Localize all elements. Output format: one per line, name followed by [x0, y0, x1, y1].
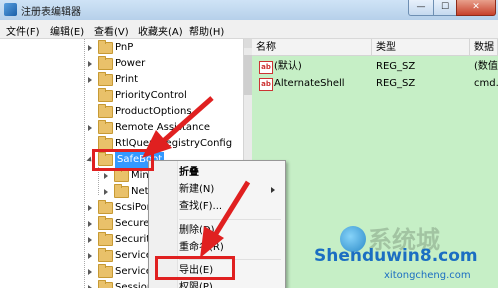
- column-header-data[interactable]: 数据: [470, 39, 498, 56]
- watermark-subsite: xitongcheng.com: [384, 270, 471, 281]
- watermark-site: Shenduwin8.com: [314, 246, 478, 266]
- folder-icon: [114, 184, 129, 198]
- menu-view[interactable]: 查看(V): [94, 23, 129, 38]
- value-name: (默认): [274, 61, 302, 72]
- value-row[interactable]: ab (默认) REG_SZ (数值未设置): [252, 58, 498, 75]
- folder-icon: [98, 120, 113, 134]
- folder-icon: [98, 216, 113, 230]
- value-name: AlternateShell: [274, 78, 345, 89]
- tree-guide-line: [84, 39, 85, 288]
- folder-icon: [98, 56, 113, 70]
- menu-bar: 文件(F) 编辑(E) 查看(V) 收藏夹(A) 帮助(H): [0, 20, 498, 39]
- expand-arrow-icon[interactable]: [88, 45, 92, 51]
- expand-arrow-icon[interactable]: [88, 221, 92, 227]
- column-header-name[interactable]: 名称: [252, 39, 372, 56]
- value-type: REG_SZ: [376, 61, 416, 72]
- folder-icon: [98, 88, 113, 102]
- expand-arrow-icon[interactable]: [88, 205, 92, 211]
- window-title: 注册表编辑器: [21, 7, 81, 18]
- expand-arrow-icon[interactable]: [104, 189, 108, 195]
- minimize-button[interactable]: —: [408, 0, 434, 16]
- submenu-arrow-icon: [271, 187, 275, 193]
- folder-icon: [114, 168, 129, 182]
- string-value-icon: ab: [259, 78, 273, 91]
- title-bar[interactable]: 注册表编辑器 — ☐ ✕: [0, 0, 498, 20]
- expand-arrow-icon[interactable]: [88, 253, 92, 259]
- maximize-button[interactable]: ☐: [433, 0, 457, 16]
- expand-arrow-icon[interactable]: [88, 237, 92, 243]
- expand-arrow-icon[interactable]: [104, 173, 108, 179]
- close-button[interactable]: ✕: [456, 0, 496, 16]
- annotation-arrow-icon: [142, 96, 214, 158]
- menu-help[interactable]: 帮助(H): [189, 23, 224, 38]
- menu-item-label: 权限(P)...: [179, 282, 223, 288]
- regedit-app-icon: [4, 3, 17, 16]
- scroll-up-arrow-icon[interactable]: [244, 39, 252, 48]
- menu-file[interactable]: 文件(F): [6, 23, 40, 38]
- folder-icon: [98, 232, 113, 246]
- tree-node-label: PnP: [115, 42, 134, 53]
- value-data: cmd.exe: [474, 78, 498, 89]
- menu-favorites[interactable]: 收藏夹(A): [138, 23, 183, 38]
- expand-arrow-icon[interactable]: [88, 125, 92, 131]
- tree-node-label: Print: [115, 74, 139, 85]
- folder-icon: [98, 104, 113, 118]
- watermark: 系统城 Shenduwin8.com xitongcheng.com: [312, 218, 496, 288]
- menu-item-permissions[interactable]: 权限(P)...: [153, 279, 281, 288]
- annotation-arrow-icon: [200, 180, 251, 258]
- tree-node-label: Power: [115, 58, 146, 69]
- folder-icon: [98, 264, 113, 278]
- folder-icon: [98, 200, 113, 214]
- scroll-thumb[interactable]: [244, 55, 252, 95]
- value-data: (数值未设置): [474, 61, 498, 72]
- column-header-type[interactable]: 类型: [372, 39, 470, 56]
- tree-guide-line-child: [98, 167, 99, 195]
- string-value-icon: ab: [259, 61, 273, 74]
- folder-icon: [98, 40, 113, 54]
- expand-arrow-icon[interactable]: [88, 61, 92, 67]
- folder-icon: [98, 280, 113, 288]
- expand-arrow-icon[interactable]: [88, 269, 92, 275]
- folder-icon: [98, 72, 113, 86]
- expand-arrow-icon[interactable]: [88, 77, 92, 83]
- menu-edit[interactable]: 编辑(E): [50, 23, 84, 38]
- registry-editor-window: 注册表编辑器 — ☐ ✕ 文件(F) 编辑(E) 查看(V) 收藏夹(A) 帮助…: [0, 0, 498, 288]
- value-row[interactable]: ab AlternateShell REG_SZ cmd.exe: [252, 75, 498, 92]
- value-type: REG_SZ: [376, 78, 416, 89]
- folder-icon: [98, 248, 113, 262]
